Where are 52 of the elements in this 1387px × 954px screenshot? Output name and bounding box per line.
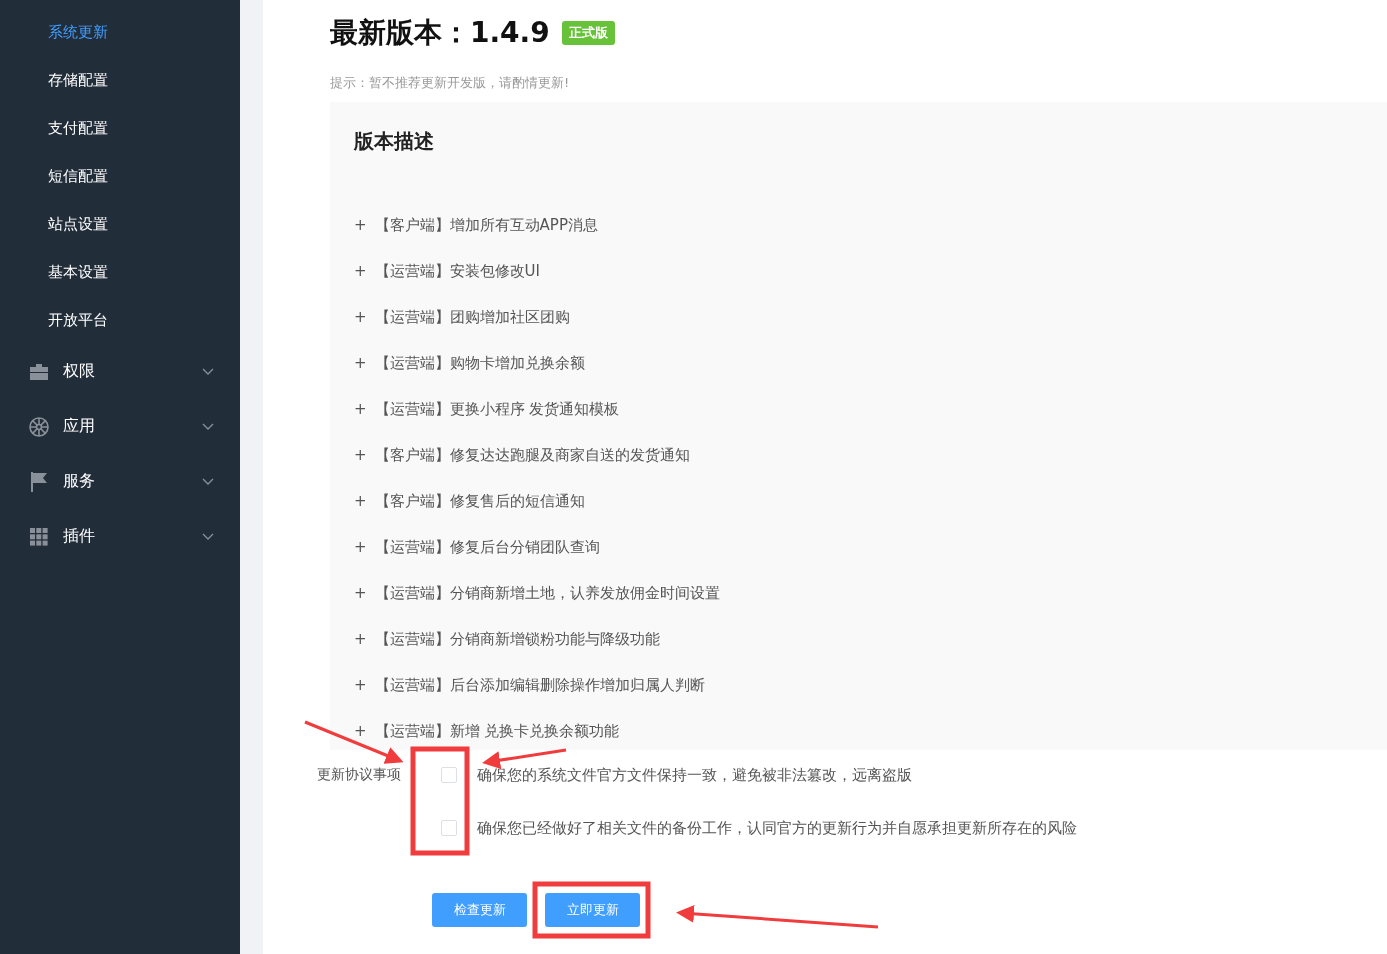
hint-text: 提示：暂不推荐更新开发版，请酌情更新!	[330, 74, 571, 92]
plus-bullet: +	[354, 630, 367, 648]
plus-bullet: +	[354, 492, 367, 510]
sidebar-group-label: 服务	[63, 471, 96, 492]
briefcase-icon	[29, 363, 49, 380]
sidebar-group-label: 权限	[63, 361, 96, 382]
plus-bullet: +	[354, 308, 367, 326]
wheel-icon	[29, 416, 49, 437]
checkbox[interactable]	[441, 820, 457, 836]
sidebar-item[interactable]: 存储配置	[0, 56, 240, 104]
sidebar-group-label: 插件	[63, 526, 96, 547]
sidebar-item[interactable]: 短信配置	[0, 152, 240, 200]
changelog-item: 【运营端】安装包修改UI	[374, 261, 540, 281]
changelog-title: 版本描述	[354, 128, 435, 155]
changelog-item: 【运营端】团购增加社区团购	[374, 307, 570, 327]
sidebar-group[interactable]: 服务	[0, 454, 240, 509]
changelog-item: 【运营端】修复后台分销团队查询	[374, 537, 600, 557]
plus-bullet: +	[354, 676, 367, 694]
plus-bullet: +	[354, 216, 367, 234]
sidebar-group[interactable]: 应用	[0, 399, 240, 454]
sidebar-item[interactable]: 开放平台	[0, 296, 240, 344]
plus-bullet: +	[354, 446, 367, 464]
plus-bullet: +	[354, 584, 367, 602]
plus-bullet: +	[354, 400, 367, 418]
changelog-item: 【运营端】购物卡增加兑换余额	[374, 353, 585, 373]
plus-bullet: +	[354, 722, 367, 740]
changelog-item: 【运营端】分销商新增土地，认养发放佣金时间设置	[374, 583, 720, 603]
plus-bullet: +	[354, 538, 367, 556]
sidebar-group[interactable]: 插件	[0, 509, 240, 564]
changelog-item: 【运营端】后台添加编辑删除操作增加归属人判断	[374, 675, 705, 695]
agreement-text: 确保您的系统文件官方文件保持一致，避免被非法篡改，远离盗版	[477, 765, 912, 785]
sidebar-group-label: 应用	[63, 416, 96, 437]
plus-bullet: +	[354, 262, 367, 280]
sidebar-item[interactable]: 基本设置	[0, 248, 240, 296]
changelog-item: 【运营端】分销商新增锁粉功能与降级功能	[374, 629, 660, 649]
grid-icon	[29, 527, 49, 546]
sidebar-item[interactable]: 系统更新	[0, 8, 240, 56]
changelog-item: 【客户端】修复达达跑腿及商家自送的发货通知	[374, 445, 690, 465]
changelog-item: 【运营端】更换小程序 发货通知模板	[374, 399, 620, 419]
flag-icon	[29, 471, 49, 492]
changelog-item: 【客户端】增加所有互动APP消息	[374, 215, 598, 235]
agreement-label: 更新协议事项	[317, 765, 402, 784]
changelog-item: 【客户端】修复售后的短信通知	[374, 491, 585, 511]
version-title: 最新版本：1.4.9	[330, 15, 550, 51]
sidebar-item[interactable]: 支付配置	[0, 104, 240, 152]
sidebar-group[interactable]: 权限	[0, 344, 240, 399]
checkbox[interactable]	[441, 767, 457, 783]
agreement-text: 确保您已经做好了相关文件的备份工作，认同官方的更新行为并自愿承担更新所存在的风险	[477, 818, 1077, 838]
release-badge: 正式版	[561, 21, 615, 45]
changelog-item: 【运营端】新增 兑换卡兑换余额功能	[374, 721, 620, 741]
plus-bullet: +	[354, 354, 367, 372]
sidebar-item[interactable]: 站点设置	[0, 200, 240, 248]
